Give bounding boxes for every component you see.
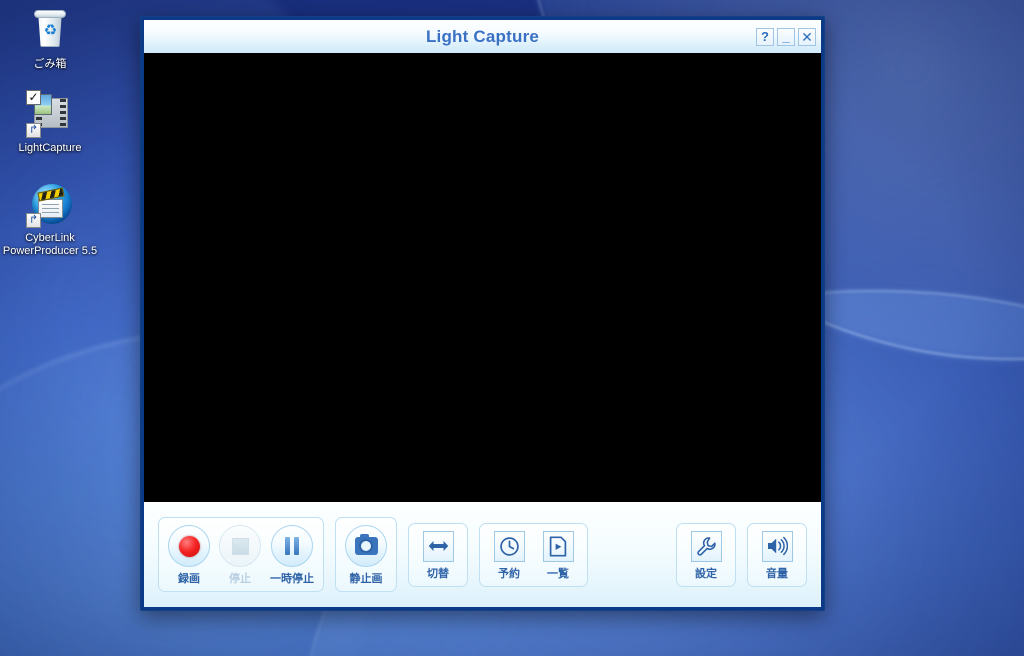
library-button-label: 一覧 xyxy=(547,567,569,580)
snapshot-group: 静止画 xyxy=(335,517,397,592)
window-title: Light Capture xyxy=(425,26,540,46)
snapshot-button-label: 静止画 xyxy=(349,573,383,585)
record-button-label: 録画 xyxy=(178,573,200,585)
wrench-icon xyxy=(690,530,722,562)
desktop: ♻ ごみ箱 ✓ ↱ LightCapture ↱ CyberLink Power… xyxy=(0,0,1024,656)
checkbox-icon: ✓ xyxy=(26,90,41,105)
recording-group: 録画 停止 一時停止 xyxy=(158,517,324,592)
window-title-bar[interactable]: Light Capture ? _ ✕ xyxy=(144,20,821,53)
stop-square-icon xyxy=(219,525,261,567)
snapshot-button[interactable]: 静止画 xyxy=(345,525,387,586)
camera-icon xyxy=(345,525,387,567)
settings-button-label: 設定 xyxy=(695,567,717,580)
desktop-icon-label: LightCapture xyxy=(18,142,82,154)
record-button[interactable]: 録画 xyxy=(168,525,210,586)
desktop-icon-label-line1: CyberLink xyxy=(25,232,75,244)
speaker-icon xyxy=(761,530,793,562)
switch-group: 切替 xyxy=(408,522,468,587)
settings-button[interactable]: 設定 xyxy=(686,530,726,581)
film-strip-icon: ✓ ↱ xyxy=(26,90,74,138)
volume-button[interactable]: 音量 xyxy=(757,530,797,581)
window-controls: ? _ ✕ xyxy=(756,27,816,46)
video-preview-area[interactable] xyxy=(144,53,821,502)
document-play-icon xyxy=(542,530,574,562)
switch-input-button[interactable]: 切替 xyxy=(418,530,458,581)
schedule-group: 予約 一覧 xyxy=(479,522,588,587)
minimize-button[interactable]: _ xyxy=(777,27,795,46)
pause-bars-icon xyxy=(271,525,313,567)
desktop-icon-label: ごみ箱 xyxy=(33,58,67,70)
clapperboard-icon: ↱ xyxy=(26,180,74,228)
desktop-icon-recycle-bin[interactable]: ♻ ごみ箱 xyxy=(2,6,98,71)
light-capture-window: Light Capture ? _ ✕ 録画 停止 一時停止 静止画 切替 予約… xyxy=(140,16,825,611)
close-button[interactable]: ✕ xyxy=(798,27,816,46)
recycle-bin-icon: ♻ xyxy=(26,6,74,54)
pause-button-label: 一時停止 xyxy=(270,573,314,585)
help-button[interactable]: ? xyxy=(756,27,774,46)
volume-group: 音量 xyxy=(747,522,807,587)
switch-input-button-label: 切替 xyxy=(427,567,449,580)
desktop-icon-lightcapture[interactable]: ✓ ↱ LightCapture xyxy=(2,90,98,155)
schedule-button[interactable]: 予約 xyxy=(489,530,529,581)
clock-icon xyxy=(493,530,525,562)
shortcut-arrow-icon: ↱ xyxy=(26,213,41,228)
library-button[interactable]: 一覧 xyxy=(538,530,578,581)
stop-button-label: 停止 xyxy=(229,573,251,585)
record-circle-icon xyxy=(168,525,210,567)
settings-group: 設定 xyxy=(676,522,736,587)
desktop-icon-label-line2: PowerProducer 5.5 xyxy=(2,245,98,257)
volume-button-label: 音量 xyxy=(766,567,788,580)
left-right-arrow-icon xyxy=(422,530,454,562)
stop-button[interactable]: 停止 xyxy=(219,525,261,586)
control-toolbar: 録画 停止 一時停止 静止画 切替 予約 一覧 設定 音量 xyxy=(144,502,821,607)
shortcut-arrow-icon: ↱ xyxy=(26,123,41,138)
pause-button[interactable]: 一時停止 xyxy=(270,525,314,586)
desktop-icon-cyberlink-powerproducer[interactable]: ↱ CyberLink PowerProducer 5.5 xyxy=(2,180,98,258)
schedule-button-label: 予約 xyxy=(498,567,520,580)
